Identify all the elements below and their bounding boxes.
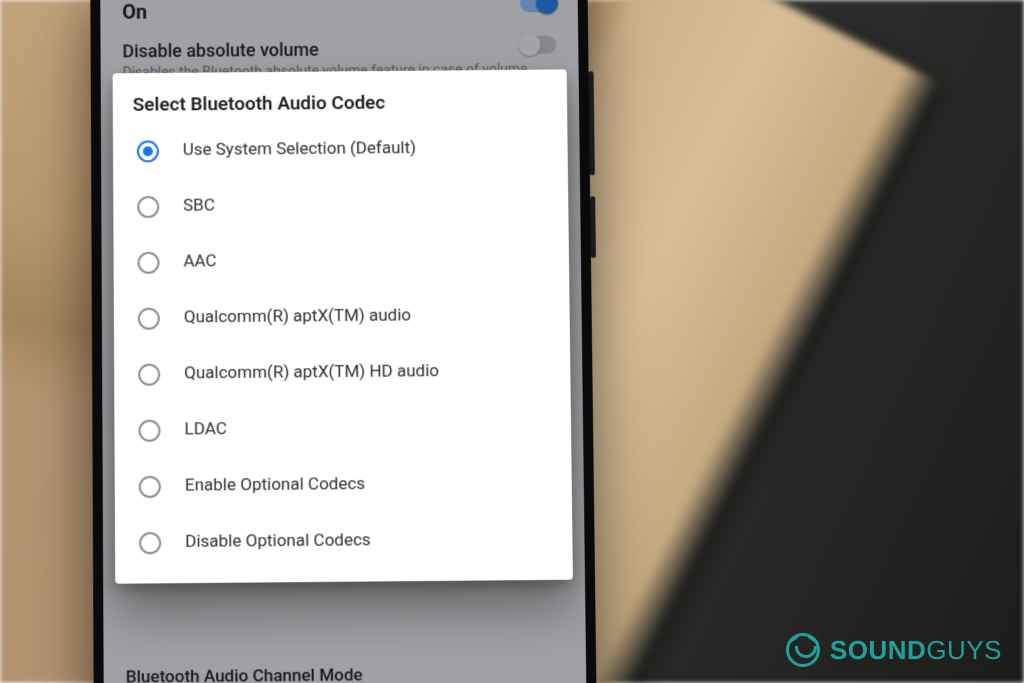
soundguys-logo-icon: [786, 633, 820, 667]
codec-option[interactable]: Qualcomm(R) aptX(TM) audio: [134, 287, 552, 347]
codec-option[interactable]: LDAC: [134, 399, 553, 459]
codec-option-label: Disable Optional Codecs: [185, 531, 371, 554]
codec-option-label: Qualcomm(R) aptX(TM) audio: [184, 306, 411, 329]
codec-option[interactable]: Qualcomm(R) aptX(TM) HD audio: [134, 343, 553, 403]
codec-option-label: Enable Optional Codecs: [185, 474, 365, 497]
radio-unselected-icon: [139, 532, 161, 554]
codec-option-label: AAC: [183, 252, 216, 273]
radio-selected-icon: [137, 140, 159, 162]
radio-unselected-icon: [137, 196, 159, 218]
codec-option[interactable]: Use System Selection (Default): [133, 120, 550, 179]
codec-option-list: Use System Selection (Default) SBC AAC Qual…: [133, 120, 555, 571]
phone-frame: On Disable absolute volume Disables the …: [90, 0, 597, 683]
phone-screen: On Disable absolute volume Disables the …: [100, 0, 586, 683]
codec-option[interactable]: Enable Optional Codecs: [135, 455, 554, 515]
codec-option-label: Use System Selection (Default): [183, 139, 416, 162]
radio-unselected-icon: [139, 476, 161, 498]
codec-option[interactable]: Disable Optional Codecs: [135, 512, 555, 572]
codec-option[interactable]: AAC: [133, 231, 551, 290]
codec-option-label: SBC: [183, 196, 215, 217]
radio-unselected-icon: [138, 364, 160, 386]
codec-option[interactable]: SBC: [133, 176, 551, 235]
watermark-text: SOUNDGUYS: [830, 635, 1002, 666]
radio-unselected-icon: [137, 252, 159, 274]
dialog-title: Select Bluetooth Audio Codec: [133, 89, 550, 115]
watermark: SOUNDGUYS: [786, 633, 1002, 667]
radio-unselected-icon: [138, 308, 160, 330]
codec-option-label: Qualcomm(R) aptX(TM) HD audio: [184, 362, 439, 385]
codec-option-label: LDAC: [184, 419, 226, 441]
codec-select-dialog: Select Bluetooth Audio Codec Use System …: [113, 69, 573, 583]
radio-unselected-icon: [138, 420, 160, 442]
phone-side-button: [590, 196, 596, 258]
